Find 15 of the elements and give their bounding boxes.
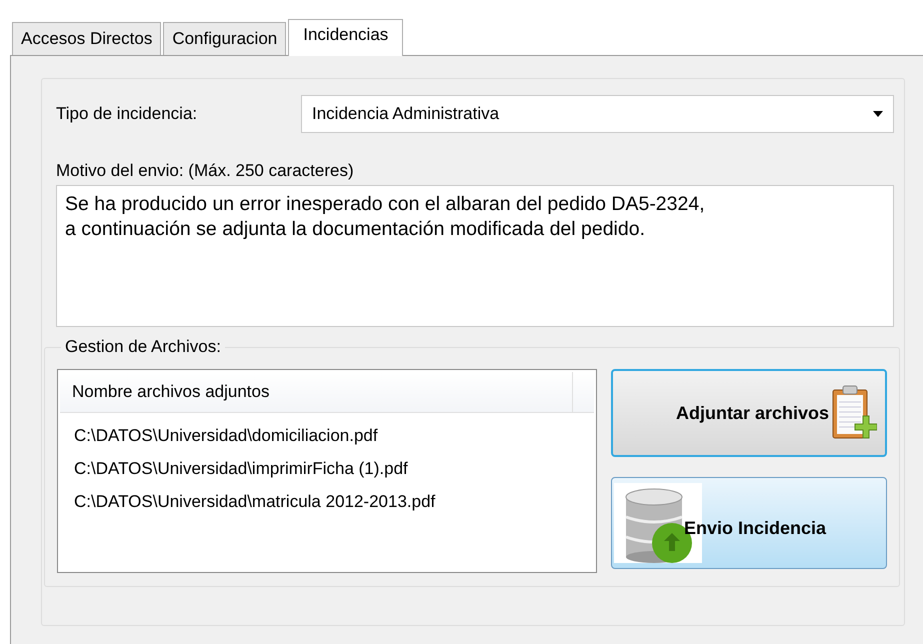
reason-text-field[interactable]: Se ha producido un error inesperado con el albaran del pedido DA5-2324, a continuación se adjunta la documentación modificada del pedido. — [56, 185, 894, 327]
attachments-list[interactable]: Nombre archivos adjuntos C:\DATOS\Universidad\domiciliacion.pdf C:\DATOS\Universidad\imprimirFicha (1).pdf C:\DATOS\Universidad\matricula 2012-2013.pdf — [57, 369, 597, 573]
file-list-item[interactable]: C:\DATOS\Universidad\matricula 2012-2013.pdf — [60, 485, 594, 518]
incident-type-dropdown[interactable]: Incidencia Administrativa — [301, 95, 894, 133]
file-list-item[interactable]: C:\DATOS\Universidad\imprimirFicha (1).pdf — [60, 452, 594, 485]
caret-icon — [873, 111, 883, 117]
tab[interactable]: Incidencias — [288, 19, 404, 56]
send-incident-button[interactable]: Envio Incidencia — [611, 477, 887, 569]
file-list-item[interactable]: C:\DATOS\Universidad\domiciliacion.pdf — [60, 419, 594, 452]
field-label: Motivo del envio: (Máx. 250 caracteres) — [56, 161, 355, 181]
field-label: Tipo de incidencia: — [56, 104, 198, 124]
attach-files-button[interactable]: Adjuntar archivos — [611, 369, 887, 457]
group-title: Gestion de Archivos: — [64, 337, 222, 357]
tab[interactable]: Accesos Directos — [12, 22, 162, 55]
tab[interactable]: Configuracion — [163, 22, 286, 55]
